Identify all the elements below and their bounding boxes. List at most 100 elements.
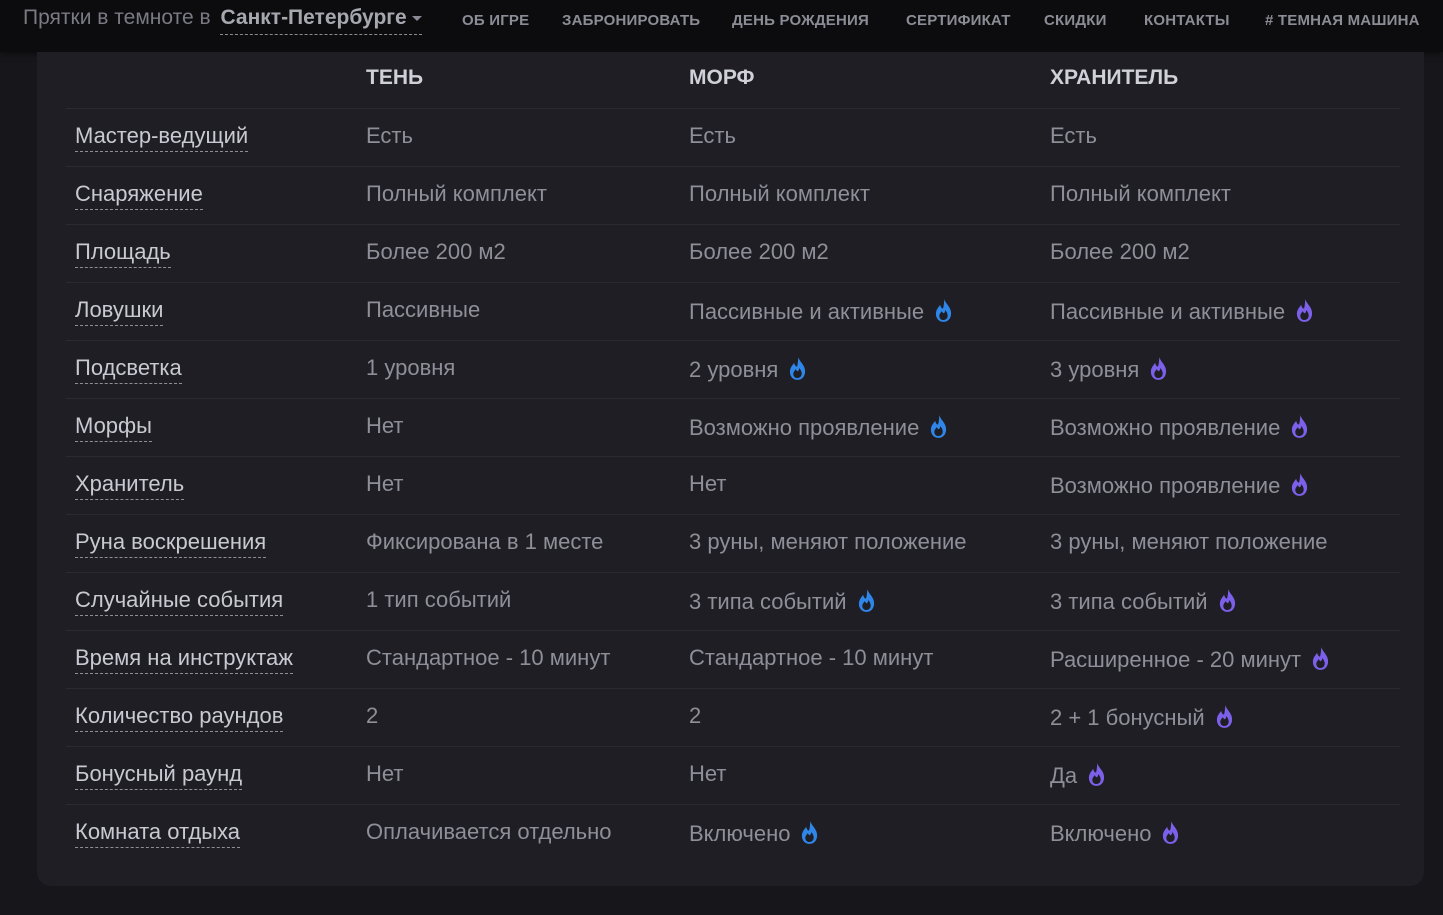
nav-dark-machine[interactable]: # ТЕМНАЯ МАШИНА (1265, 0, 1420, 42)
table-cell: Стандартное - 10 минут (689, 646, 933, 670)
table-cell: Нет (689, 472, 726, 496)
cell-text: Более 200 м2 (689, 239, 829, 264)
nav-contacts[interactable]: КОНТАКТЫ (1144, 0, 1230, 42)
flame-icon-blue (802, 821, 818, 844)
table-cell: 2 (689, 704, 701, 728)
flame-icon-purple (1089, 763, 1105, 786)
cell-text: 1 тип событий (366, 587, 512, 612)
nav-certificate[interactable]: СЕРТИФИКАТ (906, 0, 1011, 42)
cell-text: 3 типа событий (689, 589, 847, 614)
table-row: Руна воскрешения Фиксирована в 1 месте 3 р… (66, 514, 1400, 573)
row-label[interactable]: Ловушки (75, 298, 164, 326)
flame-icon-purple (1313, 647, 1329, 670)
cell-text: Есть (689, 123, 736, 148)
row-label[interactable]: Комната отдыха (75, 820, 240, 848)
table-cell: Пассивные и активные (1050, 298, 1314, 324)
flame-icon-purple (1163, 821, 1179, 844)
table-cell: 2 + 1 бонусный (1050, 704, 1234, 730)
cell-text: Возможно проявление (1050, 415, 1281, 440)
table-row: Комната отдыха Оплачивается отдельно Включ… (66, 804, 1400, 863)
table-cell: 3 руны, меняют положение (1050, 530, 1328, 554)
table-row: Ловушки Пассивные Пассивные и активные Пасс… (66, 282, 1400, 341)
table-cell: Нет (366, 472, 403, 496)
cell-text: 2 (366, 703, 379, 728)
table-cell: Включено (689, 820, 819, 846)
cell-text: Более 200 м2 (1050, 239, 1190, 264)
row-label[interactable]: Морфы (75, 414, 152, 442)
brand: Прятки в темноте в Санкт-Петербурге (23, 6, 422, 35)
table-cell: Нет (689, 762, 726, 786)
cell-text: Нет (366, 413, 404, 438)
table-cell: 2 уровня (689, 356, 807, 382)
table-cell: Возможно проявление (1050, 472, 1309, 498)
table-cell: Нет (366, 762, 403, 786)
row-label[interactable]: Время на инструктаж (75, 646, 293, 674)
row-label[interactable]: Хранитель (75, 472, 185, 500)
row-label[interactable]: Руна воскрешения (75, 530, 267, 558)
cell-text: Да (1050, 763, 1078, 788)
column-header-keeper: ХРАНИТЕЛЬ (1050, 66, 1179, 89)
table-cell: Полный комплект (689, 182, 870, 206)
cell-text: 3 уровня (1050, 357, 1140, 382)
nav-discounts[interactable]: СКИДКИ (1044, 0, 1107, 42)
flame-icon-purple (1219, 589, 1235, 612)
table-cell: Более 200 м2 (366, 240, 506, 264)
city-selector[interactable]: Санкт-Петербурге (220, 6, 422, 35)
cell-text: Нет (366, 761, 404, 786)
cell-text: Есть (366, 123, 413, 148)
flame-icon-blue (858, 589, 874, 612)
row-label[interactable]: Площадь (75, 240, 171, 268)
table-cell: Оплачивается отдельно (366, 820, 612, 844)
table-cell: Расширенное - 20 минут (1050, 646, 1330, 672)
row-label[interactable]: Бонусный раунд (75, 762, 243, 790)
flame-icon-purple (1151, 357, 1167, 380)
nav-book[interactable]: ЗАБРОНИРОВАТЬ (562, 0, 700, 42)
table-cell: Есть (366, 124, 413, 148)
nav-birthday[interactable]: ДЕНЬ РОЖДЕНИЯ (732, 0, 869, 42)
table-row: Хранитель Нет Нет Возможно проявление (66, 456, 1400, 515)
cell-text: Включено (689, 821, 791, 846)
cell-text: 1 уровня (366, 355, 456, 380)
chevron-down-icon (411, 15, 422, 21)
cell-text: Нет (366, 471, 404, 496)
nav-about-game[interactable]: ОБ ИГРЕ (462, 0, 529, 42)
cell-text: Включено (1050, 821, 1152, 846)
table-cell: Включено (1050, 820, 1180, 846)
top-navigation-bar: Прятки в темноте в Санкт-Петербурге ОБ И… (0, 0, 1443, 52)
flame-icon-purple (1296, 299, 1313, 322)
cell-text: 3 руны, меняют положение (689, 529, 967, 554)
column-header-ten: ТЕНЬ (366, 66, 424, 89)
table-cell: 1 уровня (366, 356, 455, 380)
table-cell: Более 200 м2 (1050, 240, 1190, 264)
cell-text: Возможно проявление (689, 415, 920, 440)
cell-text: Полный комплект (689, 181, 870, 206)
table-cell: Нет (366, 414, 403, 438)
flame-icon-purple (1292, 473, 1308, 496)
city-name: Санкт-Петербурге (220, 6, 407, 29)
row-label[interactable]: Подсветка (75, 356, 182, 384)
table-row: Морфы Нет Возможно проявление Возможно проя… (66, 398, 1400, 457)
cell-text: Более 200 м2 (366, 239, 506, 264)
cell-text: 2 (689, 703, 702, 728)
cell-text: Есть (1050, 123, 1097, 148)
table-cell: Стандартное - 10 минут (366, 646, 610, 670)
table-cell: 3 типа событий (1050, 588, 1237, 614)
flame-icon-purple (1292, 415, 1308, 438)
table-cell: 1 тип событий (366, 588, 511, 612)
cell-text: 2 уровня (689, 357, 779, 382)
cell-text: 3 типа событий (1050, 589, 1208, 614)
row-label[interactable]: Случайные события (75, 588, 284, 616)
cell-text: Оплачивается отдельно (366, 819, 612, 844)
flame-icon-purple (1216, 705, 1232, 728)
table-cell: Полный комплект (1050, 182, 1231, 206)
brand-prefix: Прятки в темноте в (23, 6, 211, 29)
row-label[interactable]: Снаряжение (75, 182, 203, 210)
row-label[interactable]: Количество раундов (75, 704, 284, 732)
row-label[interactable]: Мастер-ведущий (75, 124, 249, 152)
table-cell: Возможно проявление (1050, 414, 1309, 440)
table-cell: 3 уровня (1050, 356, 1168, 382)
cell-text: Нет (689, 471, 727, 496)
cell-text: Фиксирована в 1 месте (366, 529, 604, 554)
table-cell: Возможно проявление (689, 414, 948, 440)
table-row: Мастер-ведущий Есть Есть Есть (66, 108, 1400, 167)
